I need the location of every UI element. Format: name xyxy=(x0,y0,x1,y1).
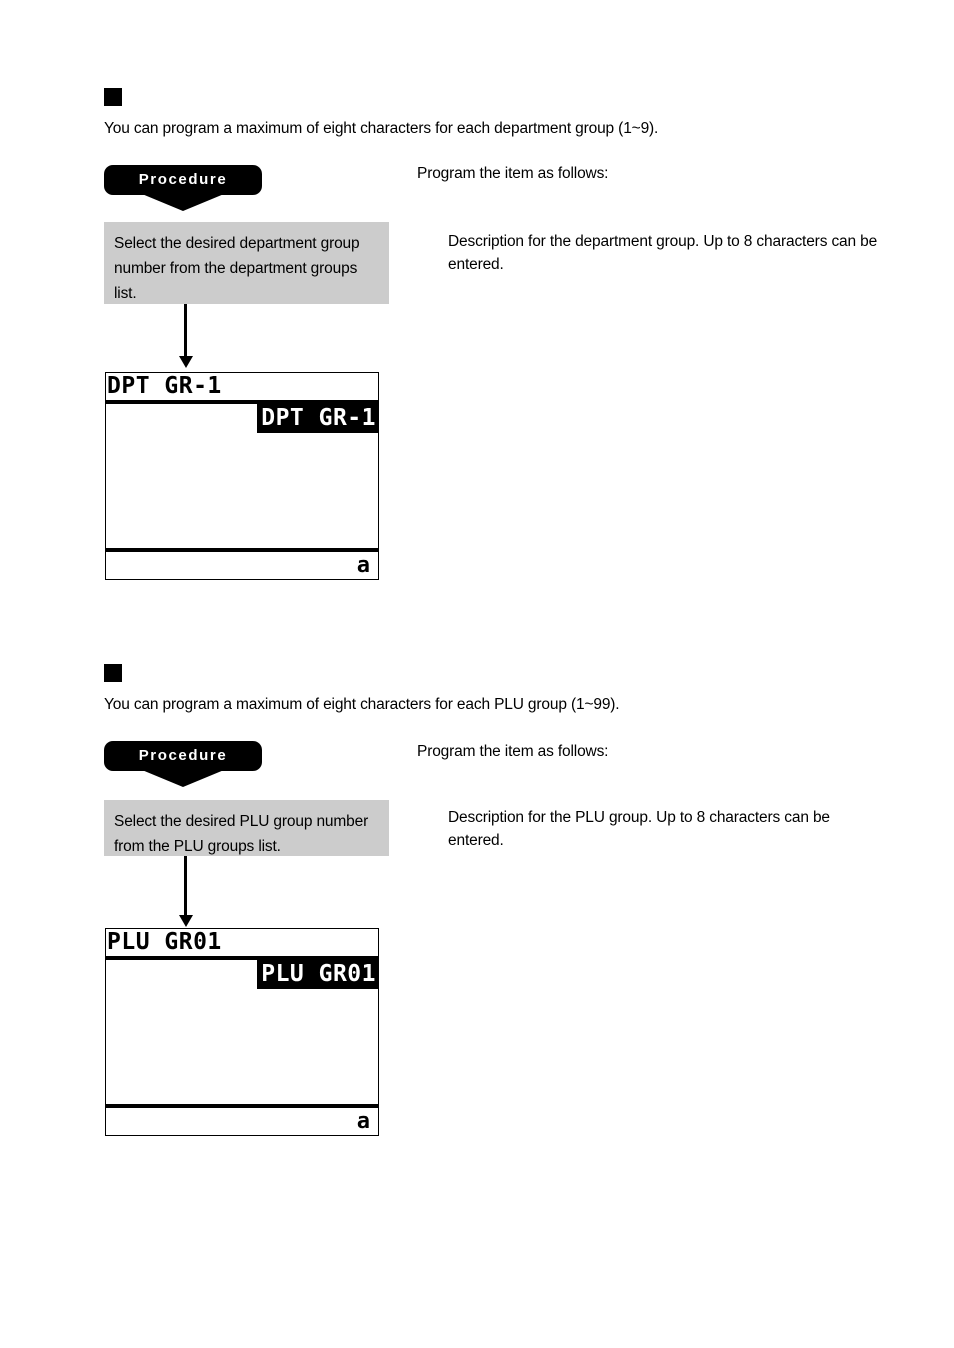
arrow-head xyxy=(179,356,193,368)
step-instruction-box: Select the desired PLU group number from… xyxy=(104,800,389,856)
section-intro-text: You can program a maximum of eight chara… xyxy=(104,696,620,713)
document-page: You can program a maximum of eight chara… xyxy=(0,0,954,1348)
procedure-badge-label: Procedure xyxy=(138,171,228,188)
procedure-lead-text: Program the item as follows: xyxy=(417,743,609,760)
lcd-title-bar: PLU GR01 xyxy=(106,929,378,960)
arrow-shaft xyxy=(184,856,187,917)
lcd-highlighted-entry[interactable]: PLU GR01 xyxy=(257,960,378,989)
step-instruction-box: Select the desired department group numb… xyxy=(104,222,389,304)
lcd-display-panel: PLU GR01 PLU GR01 a xyxy=(105,928,379,1136)
lcd-status-bar: a xyxy=(106,548,378,579)
lcd-input-mode-indicator: a xyxy=(356,553,370,578)
section-bullet-icon xyxy=(104,664,122,682)
procedure-lead-text: Program the item as follows: xyxy=(417,165,609,182)
lcd-title-bar: DPT GR-1 xyxy=(106,373,378,404)
lcd-title-text: PLU GR01 xyxy=(107,929,222,955)
arrow-head xyxy=(179,915,193,927)
procedure-badge: Procedure xyxy=(104,165,262,211)
lcd-status-bar: a xyxy=(106,1104,378,1135)
lcd-input-mode-indicator: a xyxy=(356,1109,370,1134)
section-intro-text: You can program a maximum of eight chara… xyxy=(104,120,659,137)
procedure-badge-tail-icon xyxy=(142,194,224,211)
lcd-display-panel: DPT GR-1 DPT GR-1 a xyxy=(105,372,379,580)
lcd-highlighted-entry[interactable]: DPT GR-1 xyxy=(257,404,378,433)
lcd-title-text: DPT GR-1 xyxy=(107,373,222,399)
procedure-badge-tail-icon xyxy=(142,770,224,787)
step-description-text: Description for the PLU group. Up to 8 c… xyxy=(448,809,830,849)
section-bullet-icon xyxy=(104,88,122,106)
procedure-badge-label: Procedure xyxy=(138,747,228,764)
step-description-text: Description for the department group. Up… xyxy=(448,233,878,273)
arrow-shaft xyxy=(184,304,187,358)
procedure-badge: Procedure xyxy=(104,741,262,787)
